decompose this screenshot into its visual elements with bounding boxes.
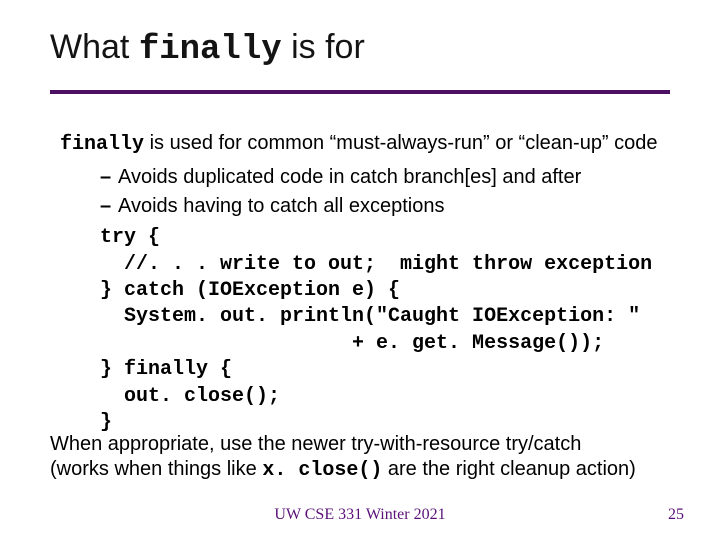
code-line: out. close(); [100, 384, 680, 410]
code-line: System. out. println("Caught IOException… [100, 304, 680, 330]
title-post: is for [282, 28, 365, 66]
footer-course: UW CSE 331 Winter 2021 [0, 506, 720, 524]
closing-post: are the right cleanup action) [382, 458, 636, 480]
code-line: } catch (IOException e) { [100, 278, 680, 304]
body: finally is used for common “must-always-… [60, 130, 680, 436]
slide: What finally is for finally is used for … [0, 0, 720, 540]
code-block: try { //. . . write to out; might throw … [100, 225, 680, 436]
list-item: – Avoids duplicated code in catch branch… [100, 164, 680, 190]
title-underline [50, 90, 670, 94]
list-item: – Avoids having to catch all exceptions [100, 193, 680, 219]
bullet-text: Avoids duplicated code in catch branch[e… [118, 164, 581, 190]
bullet-dash-icon: – [100, 193, 118, 219]
code-line: + e. get. Message()); [100, 331, 680, 357]
code-line: } finally { [100, 357, 680, 383]
intro-rest: is used for common “must-always-run” or … [144, 132, 658, 154]
slide-title: What finally is for [50, 28, 365, 69]
closing-code: x. close() [262, 459, 382, 482]
intro-code: finally [60, 133, 144, 156]
bullet-text: Avoids having to catch all exceptions [118, 193, 445, 219]
closing-pre: (works when things like [50, 458, 262, 480]
title-pre: What [50, 28, 139, 66]
code-line: //. . . write to out; might throw except… [100, 252, 680, 278]
closing-paragraph: When appropriate, use the newer try-with… [50, 432, 680, 483]
footer-page-number: 25 [668, 506, 684, 524]
title-code: finally [139, 31, 282, 69]
bullet-list: – Avoids duplicated code in catch branch… [100, 164, 680, 219]
closing-line-1: When appropriate, use the newer try-with… [50, 432, 680, 457]
code-line: try { [100, 225, 680, 251]
closing-line-2: (works when things like x. close() are t… [50, 457, 680, 483]
bullet-dash-icon: – [100, 164, 118, 190]
intro-line: finally is used for common “must-always-… [60, 130, 680, 158]
